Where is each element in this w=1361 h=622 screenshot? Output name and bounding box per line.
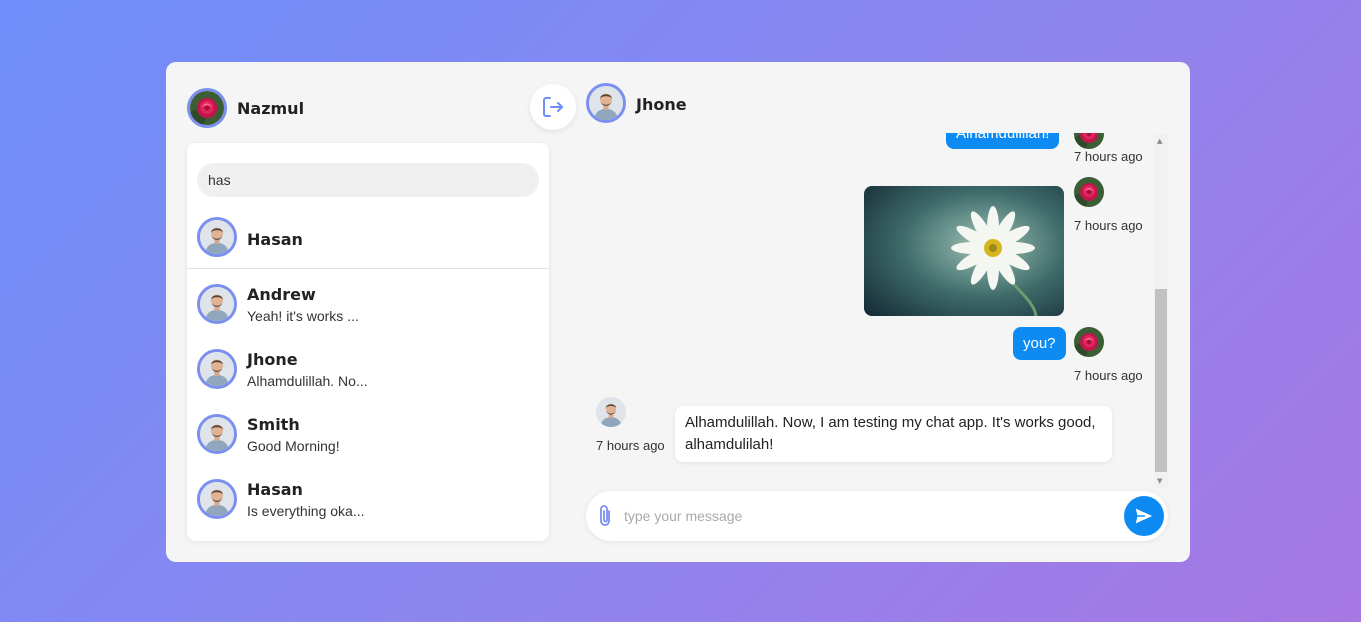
chat-partner-name: Jhone — [636, 95, 687, 114]
sender-avatar — [1074, 177, 1104, 207]
contact-avatar — [197, 284, 237, 324]
message-time: 7 hours ago — [1074, 218, 1143, 233]
contact-name: Jhone — [247, 350, 298, 369]
chat-scroll-down-arrow[interactable]: ▼ — [1157, 477, 1162, 485]
contact-avatar — [197, 217, 237, 257]
message-time: 7 hours ago — [596, 438, 665, 453]
chat-app-window: Nazmul Hasan Andrew Yeah! it's works ...… — [166, 62, 1190, 562]
message-time: 7 hours ago — [1074, 368, 1143, 383]
contact-item[interactable]: Andrew Yeah! it's works ... — [187, 277, 549, 339]
partner-message-avatar — [596, 397, 626, 427]
contact-avatar — [197, 479, 237, 519]
search-input[interactable] — [197, 163, 539, 197]
my-name: Nazmul — [237, 99, 305, 118]
sender-avatar — [1074, 133, 1104, 149]
daisy-flower-image — [864, 186, 1064, 316]
message-bubble-outgoing: you? — [1013, 327, 1066, 360]
attach-button[interactable] — [596, 504, 614, 528]
contact-name: Hasan — [247, 480, 303, 499]
chat-scroll-up-arrow[interactable]: ▲ — [1157, 137, 1162, 145]
contact-name: Andrew — [247, 285, 316, 304]
chat-scrollbar-thumb[interactable] — [1155, 289, 1167, 472]
contact-item[interactable]: Hasan Is everything oka... — [187, 472, 549, 534]
paperclip-icon — [600, 505, 610, 526]
logout-icon — [543, 97, 563, 117]
message-input[interactable] — [624, 504, 1104, 528]
contact-avatar — [197, 414, 237, 454]
chat-partner-avatar — [586, 83, 626, 123]
contact-last-message: Is everything oka... — [247, 503, 365, 519]
contact-name: Smith — [247, 415, 300, 434]
message-area: Alhamdulillah! 7 hours ago 7 hours ago y… — [586, 133, 1168, 481]
contact-item[interactable]: Smith Good Morning! — [187, 407, 549, 469]
sender-avatar — [1074, 327, 1104, 357]
contact-last-message: Alhamdulillah. No... — [247, 373, 368, 389]
message-composer — [586, 491, 1168, 541]
message-time: 7 hours ago — [1074, 149, 1143, 164]
contact-last-message: Good Morning! — [247, 438, 340, 454]
image-message[interactable] — [864, 186, 1064, 316]
search-result-item[interactable]: Hasan — [187, 215, 549, 269]
contact-list-panel: Hasan Andrew Yeah! it's works ... Jhone … — [187, 143, 549, 541]
contact-name: Hasan — [247, 230, 303, 249]
contact-last-message: Yeah! it's works ... — [247, 308, 359, 324]
logout-button[interactable] — [530, 84, 576, 130]
send-icon — [1135, 508, 1153, 524]
chat-scrollbar[interactable]: ▲ ▼ — [1154, 134, 1168, 488]
my-avatar — [187, 88, 227, 128]
contact-avatar — [197, 349, 237, 389]
message-bubble-incoming: Alhamdulillah. Now, I am testing my chat… — [675, 406, 1112, 462]
send-button[interactable] — [1124, 496, 1164, 536]
contact-item[interactable]: Jhone Alhamdulillah. No... — [187, 342, 549, 404]
message-bubble-outgoing: Alhamdulillah! — [946, 133, 1060, 149]
